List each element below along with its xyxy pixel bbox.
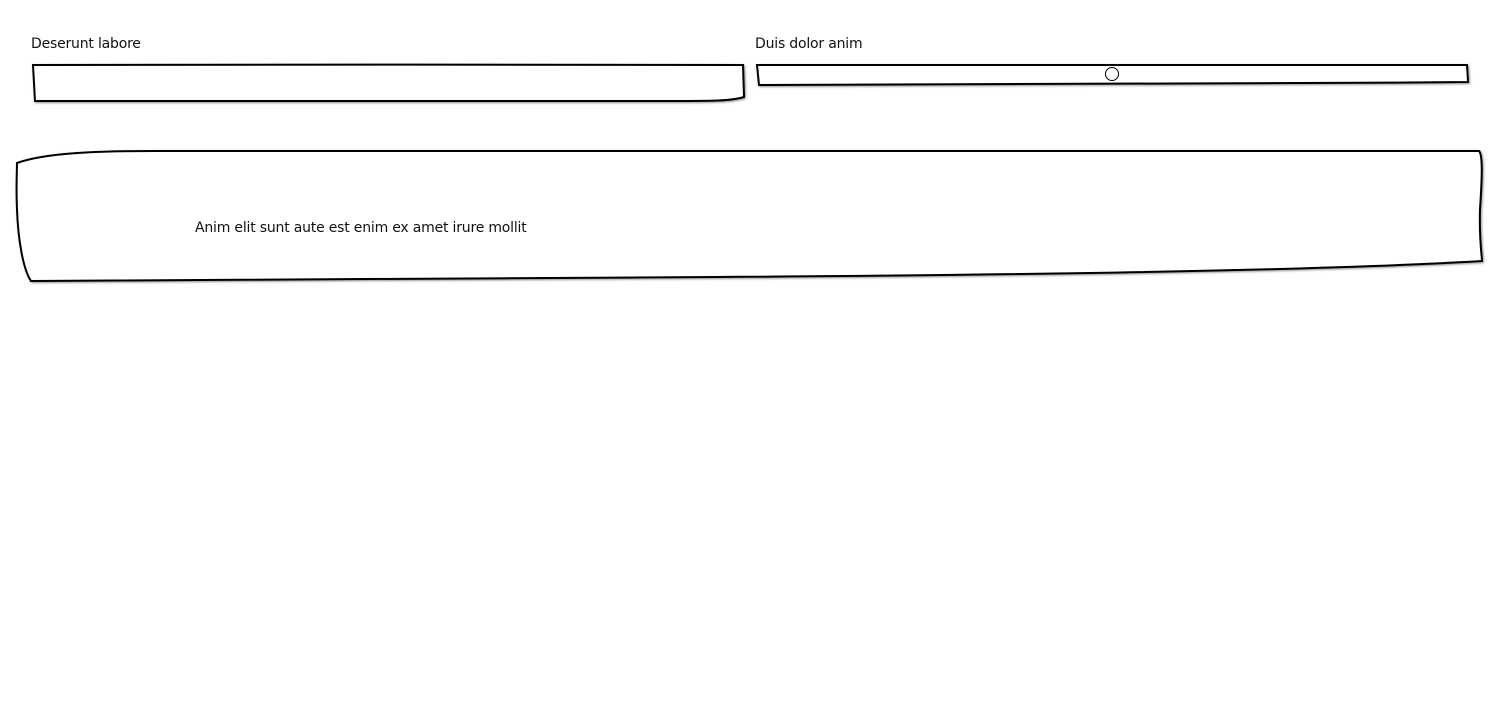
text-field-label: Deserunt labore	[31, 36, 141, 52]
slider-thumb[interactable]	[1105, 67, 1119, 81]
card-text: Anim elit sunt aute est enim ex amet iru…	[195, 220, 527, 236]
card	[15, 150, 1484, 283]
text-field-input[interactable]	[31, 63, 747, 103]
slider-label: Duis dolor anim	[755, 36, 863, 52]
